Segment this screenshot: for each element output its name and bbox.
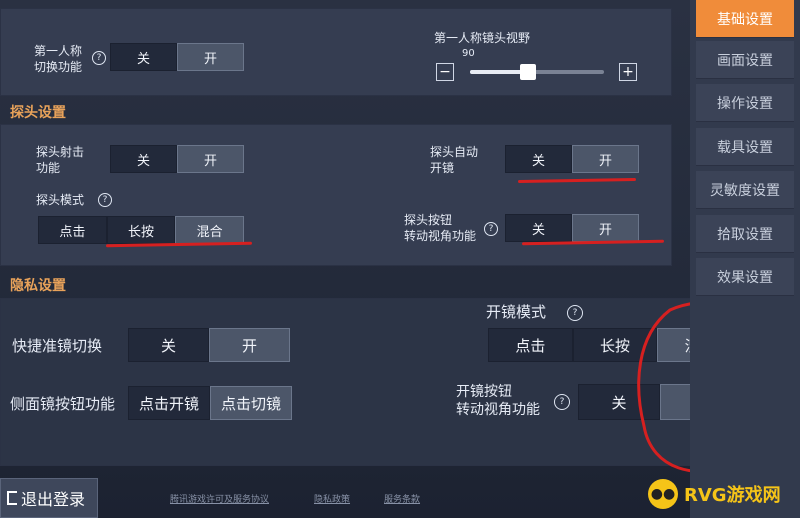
fp-switch-off[interactable]: 关 [110,43,177,71]
help-icon[interactable]: ? [98,193,112,207]
sidebar-item-vehicle[interactable]: 载具设置 [696,128,794,166]
fp-switch-toggle[interactable]: 关 开 [110,43,244,71]
peek-btn-rotate-off[interactable]: 关 [505,214,572,242]
peek-btn-rotate-on[interactable]: 开 [572,214,639,242]
fov-slider-handle[interactable] [520,64,536,80]
scope-btn-label: 开镜按钮 转动视角功能 [456,384,540,418]
help-icon[interactable]: ? [554,394,570,410]
footer-link-privacy[interactable]: 隐私政策 [314,492,350,505]
quick-switch-label: 快捷准镜切换 [12,337,103,355]
help-icon[interactable]: ? [567,305,583,321]
watermark-logo-icon: ●● [648,479,678,509]
privacy-section-title: 隐私设置 [10,278,66,294]
quick-switch-on[interactable]: 开 [209,328,290,362]
site-watermark: ●● RVG游戏网 [648,472,798,516]
side-scope-open[interactable]: 点击开镜 [128,386,210,420]
minus-button[interactable]: − [436,63,454,81]
peek-shoot-toggle[interactable]: 关 开 [110,145,244,173]
fp-switch-label: 第一人称 切换功能 [34,44,83,74]
sidebar-item-pickup[interactable]: 拾取设置 [696,215,794,253]
scope-mode-tap[interactable]: 点击 [488,328,573,362]
plus-button[interactable]: + [619,63,637,81]
side-scope-label: 侧面镜按钮功能 [10,395,116,413]
sidebar-item-effects[interactable]: 效果设置 [696,258,794,296]
help-icon[interactable]: ? [484,222,498,236]
peek-mode-hold[interactable]: 长按 [106,216,176,244]
logout-label: 退出登录 [21,490,86,509]
logout-button[interactable]: 退出登录 [0,478,98,518]
sidebar-item-graphics[interactable]: 画面设置 [696,41,794,79]
scope-mode-label: 开镜模式 [486,303,547,321]
sidebar-item-controls[interactable]: 操作设置 [696,84,794,122]
side-scope-selector[interactable]: 点击开镜 点击切镜 [128,386,292,420]
fp-view-value: 90 [462,48,475,59]
peek-shoot-on[interactable]: 开 [177,145,244,173]
quick-switch-toggle[interactable]: 关 开 [128,328,290,362]
peek-btn-rotate-toggle[interactable]: 关 开 [505,214,639,242]
quick-switch-off[interactable]: 关 [128,328,209,362]
watermark-text: RVG游戏网 [684,485,781,506]
peek-mode-mixed[interactable]: 混合 [175,216,245,244]
help-icon[interactable]: ? [92,51,106,65]
peek-mode-selector[interactable]: 点击 长按 混合 [38,216,245,244]
sidebar: 基础设置 画面设置 操作设置 载具设置 灵敏度设置 拾取设置 效果设置 [690,0,800,518]
peek-shoot-off[interactable]: 关 [110,145,177,173]
logout-icon [7,491,17,505]
peek-section-title: 探头设置 [10,105,66,121]
peek-auto-scope-label: 探头自动 开镜 [430,145,479,175]
side-scope-switch[interactable]: 点击切镜 [210,386,292,420]
sidebar-item-sensitivity[interactable]: 灵敏度设置 [696,171,794,209]
fp-switch-on[interactable]: 开 [177,43,244,71]
peek-btn-rotate-label: 探头按钮 转动视角功能 [404,213,477,243]
peek-mode-tap[interactable]: 点击 [38,216,107,244]
peek-auto-scope-on[interactable]: 开 [572,145,639,173]
fov-slider-fill [470,70,527,74]
peek-auto-scope-off[interactable]: 关 [505,145,572,173]
fp-view-label: 第一人称镜头视野 [434,31,531,45]
peek-mode-label: 探头模式 [36,193,85,207]
peek-auto-scope-toggle[interactable]: 关 开 [505,145,639,173]
peek-shoot-label: 探头射击 功能 [36,145,85,175]
footer-link-license[interactable]: 腾讯游戏许可及服务协议 [170,492,269,505]
footer-link-terms[interactable]: 服务条款 [384,492,420,505]
sidebar-item-basic[interactable]: 基础设置 [696,0,794,38]
